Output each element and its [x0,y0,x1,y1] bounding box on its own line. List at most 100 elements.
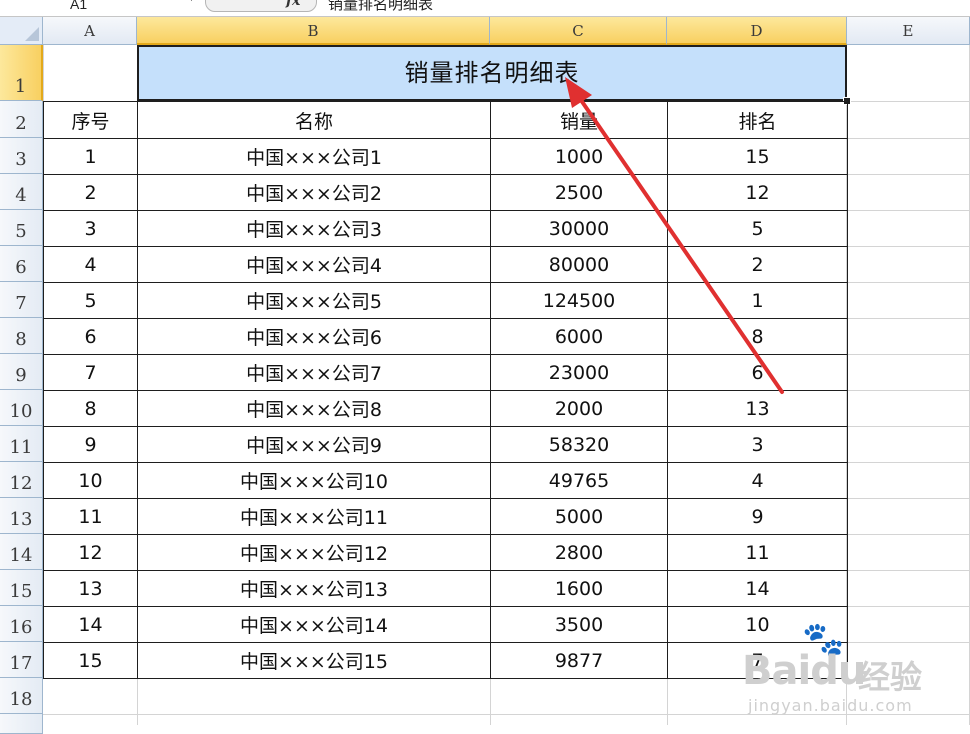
watermark-brand-cn: 经验 [858,658,923,696]
name-cell[interactable]: 中国×××公司4 [137,246,491,283]
column-header-d[interactable]: D [667,17,847,45]
header-cell-index[interactable]: 序号 [43,101,138,139]
name-cell[interactable]: 中国×××公司11 [137,498,491,535]
header-cell-sales[interactable]: 销量 [490,101,668,139]
sales-cell[interactable]: 23000 [490,354,668,391]
index-cell[interactable]: 10 [43,462,138,499]
name-cell[interactable]: 中国×××公司14 [137,606,491,643]
sales-cell[interactable]: 58320 [490,426,668,463]
name-cell[interactable]: 中国×××公司13 [137,570,491,607]
row-header[interactable]: 5 [0,210,43,246]
name-cell[interactable]: 中国×××公司6 [137,318,491,355]
index-cell[interactable]: 6 [43,318,138,355]
gridline [43,45,44,101]
row-header[interactable]: 7 [0,282,43,318]
name-cell[interactable]: 中国×××公司7 [137,354,491,391]
index-cell[interactable]: 8 [43,390,138,427]
rank-cell[interactable]: 13 [667,390,848,427]
index-cell[interactable]: 2 [43,174,138,211]
title-cell[interactable]: 销量排名明细表 [137,45,847,101]
row-header[interactable]: 6 [0,246,43,282]
index-cell[interactable]: 15 [43,642,138,679]
rank-cell[interactable]: 11 [667,534,848,571]
sales-cell[interactable]: 124500 [490,282,668,319]
formula-input[interactable]: 销量排名明细表 [328,0,433,14]
sales-cell[interactable]: 6000 [490,318,668,355]
table-row: 14 中国×××公司14 3500 10 [43,606,848,643]
table-row: 10 中国×××公司10 49765 4 [43,462,848,499]
sales-cell[interactable]: 2000 [490,390,668,427]
row-header[interactable]: 13 [0,498,43,534]
row-header[interactable]: 18 [0,678,43,714]
name-cell[interactable]: 中国×××公司12 [137,534,491,571]
rank-cell[interactable]: 15 [667,138,848,175]
column-header-e[interactable]: E [847,17,970,45]
sales-cell[interactable]: 3500 [490,606,668,643]
name-cell[interactable]: 中国×××公司2 [137,174,491,211]
rank-cell[interactable]: 6 [667,354,848,391]
sales-cell[interactable]: 49765 [490,462,668,499]
data-table: 序号 名称 销量 排名 1 中国×××公司1 1000 15 2 中国×××公司2 2500… [43,101,848,679]
name-cell[interactable]: 中国×××公司9 [137,426,491,463]
header-cell-name[interactable]: 名称 [137,101,491,139]
index-cell[interactable]: 14 [43,606,138,643]
row-header[interactable]: 1 [0,45,43,101]
rank-cell[interactable]: 8 [667,318,848,355]
row-header[interactable]: 12 [0,462,43,498]
column-header-c[interactable]: C [490,17,667,45]
name-cell[interactable]: 中国×××公司3 [137,210,491,247]
header-cell-rank[interactable]: 排名 [667,101,848,139]
name-cell[interactable]: 中国×××公司10 [137,462,491,499]
name-cell[interactable]: 中国×××公司8 [137,390,491,427]
name-cell[interactable]: 中国×××公司5 [137,282,491,319]
index-cell[interactable]: 7 [43,354,138,391]
index-cell[interactable]: 3 [43,210,138,247]
row-number: 9 [15,365,27,386]
name-cell[interactable]: 中国×××公司15 [137,642,491,679]
index-cell[interactable]: 4 [43,246,138,283]
rank-cell[interactable]: 4 [667,462,848,499]
column-header-b[interactable]: B [137,17,490,45]
rank-cell[interactable]: 2 [667,246,848,283]
column-header-a[interactable]: A [43,17,137,45]
index-cell[interactable]: 12 [43,534,138,571]
sales-cell[interactable]: 9877 [490,642,668,679]
row-header[interactable] [0,714,43,734]
row-header[interactable]: 11 [0,426,43,462]
sales-cell[interactable]: 1600 [490,570,668,607]
sales-cell[interactable]: 5000 [490,498,668,535]
row-header[interactable]: 9 [0,354,43,390]
rank-cell[interactable]: 9 [667,498,848,535]
index-cell[interactable]: 1 [43,138,138,175]
sales-cell[interactable]: 2800 [490,534,668,571]
index-cell[interactable]: 5 [43,282,138,319]
row-header[interactable]: 2 [0,101,43,138]
sales-cell[interactable]: 1000 [490,138,668,175]
row-header[interactable]: 3 [0,138,43,174]
sales-cell[interactable]: 30000 [490,210,668,247]
row-number: 5 [15,221,27,242]
rank-cell[interactable]: 14 [667,570,848,607]
select-all-button[interactable] [0,17,43,45]
row-header[interactable]: 4 [0,174,43,210]
name-box[interactable]: A1 [70,0,190,14]
rank-cell[interactable]: 12 [667,174,848,211]
row-header[interactable]: 8 [0,318,43,354]
name-cell[interactable]: 中国×××公司1 [137,138,491,175]
rank-cell[interactable]: 3 [667,426,848,463]
row-number: 18 [9,689,33,710]
index-cell[interactable]: 9 [43,426,138,463]
row-header[interactable]: 15 [0,570,43,606]
rank-cell[interactable]: 5 [667,210,848,247]
row-header[interactable]: 14 [0,534,43,570]
fx-icon[interactable]: fx [286,0,300,9]
index-cell[interactable]: 13 [43,570,138,607]
row-header[interactable]: 10 [0,390,43,426]
row-header[interactable]: 16 [0,606,43,642]
sales-cell[interactable]: 80000 [490,246,668,283]
sales-cell[interactable]: 2500 [490,174,668,211]
index-cell[interactable]: 11 [43,498,138,535]
row-header[interactable]: 17 [0,642,43,678]
name-box-dropdown-icon[interactable]: ▼ [186,0,197,4]
rank-cell[interactable]: 1 [667,282,848,319]
